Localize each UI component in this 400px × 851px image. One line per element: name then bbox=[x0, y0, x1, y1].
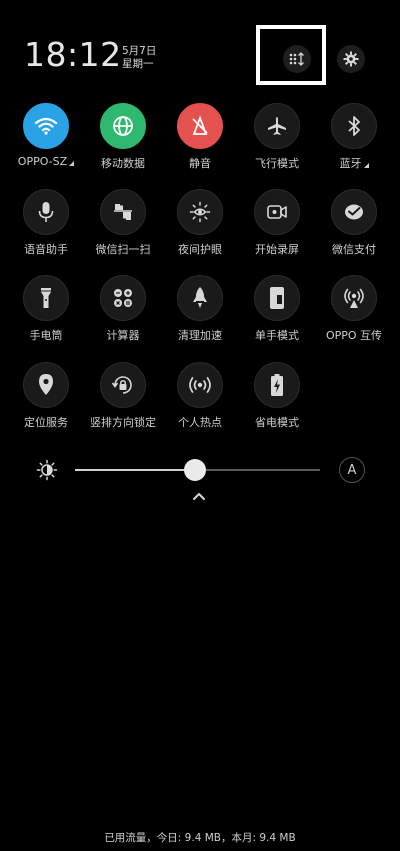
tile-battery-saver[interactable]: 省电模式 bbox=[239, 362, 315, 432]
tile-airplane-circle[interactable] bbox=[254, 103, 300, 149]
wifi-icon bbox=[34, 117, 58, 135]
brightness-slider-fill bbox=[75, 469, 196, 471]
tile-airplane[interactable]: 飞行模式 bbox=[239, 103, 315, 173]
video-record-icon bbox=[267, 205, 287, 219]
tile-oppo-share-circle[interactable] bbox=[331, 275, 377, 321]
tile-battery-saver-circle[interactable] bbox=[254, 362, 300, 408]
tile-location-label: 定位服务 bbox=[24, 416, 68, 429]
tile-voice-assistant[interactable]: 语音助手 bbox=[8, 189, 84, 259]
flashlight-icon bbox=[41, 288, 51, 308]
tile-night-mode-circle[interactable] bbox=[177, 189, 223, 235]
tile-flashlight-circle[interactable] bbox=[23, 275, 69, 321]
tile-flashlight-label: 手电筒 bbox=[29, 329, 63, 342]
date-block: 5月7日 星期一 bbox=[122, 45, 156, 71]
eye-sun-icon bbox=[189, 201, 211, 223]
tile-location[interactable]: 定位服务 bbox=[8, 362, 84, 432]
weekday-text: 星期一 bbox=[122, 58, 154, 70]
tile-mobile-data[interactable]: 移动数据 bbox=[85, 103, 161, 173]
chevron-up-icon[interactable] bbox=[191, 490, 207, 502]
tile-mute[interactable]: 静音 bbox=[162, 103, 238, 173]
microphone-icon bbox=[38, 202, 54, 222]
tile-wechat-scan-circle[interactable] bbox=[100, 189, 146, 235]
tile-battery-saver-label: 省电模式 bbox=[255, 416, 299, 429]
highlight-frame bbox=[256, 25, 326, 85]
data-usage-text: 已用流量，今日: 9.4 MB，本月: 9.4 MB bbox=[104, 832, 296, 844]
tile-rotation-lock-circle[interactable] bbox=[100, 362, 146, 408]
brightness-icon bbox=[36, 459, 58, 481]
tile-wechat-pay[interactable]: 微信支付 bbox=[316, 189, 392, 259]
tile-wifi-label: OPPO-SZ bbox=[4, 155, 88, 168]
expand-corner-icon bbox=[69, 161, 75, 166]
tile-night-mode[interactable]: 夜间护眼 bbox=[162, 189, 238, 259]
tile-bluetooth-circle[interactable] bbox=[331, 103, 377, 149]
airplane-icon bbox=[268, 117, 286, 135]
tile-wifi[interactable]: OPPO-SZ bbox=[8, 103, 84, 173]
tile-hotspot-label: 个人热点 bbox=[178, 416, 222, 429]
tile-voice-assistant-circle[interactable] bbox=[23, 189, 69, 235]
mute-icon bbox=[192, 115, 208, 135]
tile-bluetooth-label: 蓝牙 bbox=[312, 155, 396, 171]
auto-brightness-button[interactable]: A bbox=[339, 457, 365, 483]
tile-hotspot-circle[interactable] bbox=[177, 362, 223, 408]
tile-calculator-circle[interactable] bbox=[100, 275, 146, 321]
tile-cleanup-circle[interactable] bbox=[177, 275, 223, 321]
brightness-slider-thumb[interactable] bbox=[184, 459, 207, 481]
bluetooth-icon bbox=[348, 116, 360, 136]
gear-icon bbox=[343, 51, 359, 67]
tile-mute-label: 静音 bbox=[189, 157, 211, 170]
tile-screen-record-label: 开始录屏 bbox=[255, 243, 299, 256]
tile-mobile-data-circle[interactable] bbox=[100, 103, 146, 149]
hotspot-icon bbox=[189, 377, 211, 393]
tile-mute-circle[interactable] bbox=[177, 103, 223, 149]
scan-icon bbox=[114, 204, 132, 220]
settings-button[interactable] bbox=[337, 45, 365, 73]
tile-wechat-scan[interactable]: 微信扫一扫 bbox=[85, 189, 161, 259]
location-pin-icon bbox=[39, 374, 53, 395]
tile-calculator-label: 计算器 bbox=[106, 329, 140, 342]
tile-calculator[interactable]: 计算器 bbox=[85, 275, 161, 345]
tile-night-mode-label: 夜间护眼 bbox=[178, 243, 222, 256]
tile-one-hand[interactable]: 单手模式 bbox=[239, 275, 315, 345]
globe-icon bbox=[113, 116, 133, 136]
one-hand-icon bbox=[270, 287, 284, 309]
tile-wifi-circle[interactable] bbox=[23, 103, 69, 149]
expand-corner-icon bbox=[363, 163, 369, 168]
tile-wechat-pay-circle[interactable] bbox=[331, 189, 377, 235]
tile-airplane-label: 飞行模式 bbox=[255, 157, 299, 170]
tile-bluetooth[interactable]: 蓝牙 bbox=[316, 103, 392, 173]
tile-rotation-lock[interactable]: 竖排方向锁定 bbox=[85, 362, 161, 432]
share-signal-icon bbox=[344, 288, 364, 308]
tile-flashlight[interactable]: 手电筒 bbox=[8, 275, 84, 345]
calculator-icon bbox=[114, 289, 132, 307]
tile-screen-record-circle[interactable] bbox=[254, 189, 300, 235]
tile-location-circle[interactable] bbox=[23, 362, 69, 408]
tile-cleanup[interactable]: 清理加速 bbox=[162, 275, 238, 345]
date-text: 5月7日 bbox=[122, 45, 157, 57]
tile-wechat-pay-label: 微信支付 bbox=[332, 243, 376, 256]
battery-saver-icon bbox=[271, 374, 283, 396]
clock-time: 18:12 bbox=[24, 35, 122, 74]
tile-hotspot[interactable]: 个人热点 bbox=[162, 362, 238, 432]
tile-mobile-data-label: 移动数据 bbox=[101, 157, 145, 170]
tile-screen-record[interactable]: 开始录屏 bbox=[239, 189, 315, 259]
rocket-icon bbox=[193, 287, 207, 308]
tile-one-hand-label: 单手模式 bbox=[255, 329, 299, 342]
tile-oppo-share-label: OPPO 互传 bbox=[325, 329, 383, 342]
tile-cleanup-label: 清理加速 bbox=[178, 329, 222, 342]
rotation-lock-icon bbox=[111, 376, 132, 394]
wechat-pay-icon bbox=[345, 204, 363, 220]
tile-oppo-share[interactable]: OPPO 互传 bbox=[316, 275, 392, 345]
tile-rotation-lock-label: 竖排方向锁定 bbox=[90, 416, 156, 429]
tile-wechat-scan-label: 微信扫一扫 bbox=[95, 243, 151, 256]
tile-one-hand-circle[interactable] bbox=[254, 275, 300, 321]
brightness-slider[interactable] bbox=[75, 459, 320, 481]
tile-voice-assistant-label: 语音助手 bbox=[24, 243, 68, 256]
